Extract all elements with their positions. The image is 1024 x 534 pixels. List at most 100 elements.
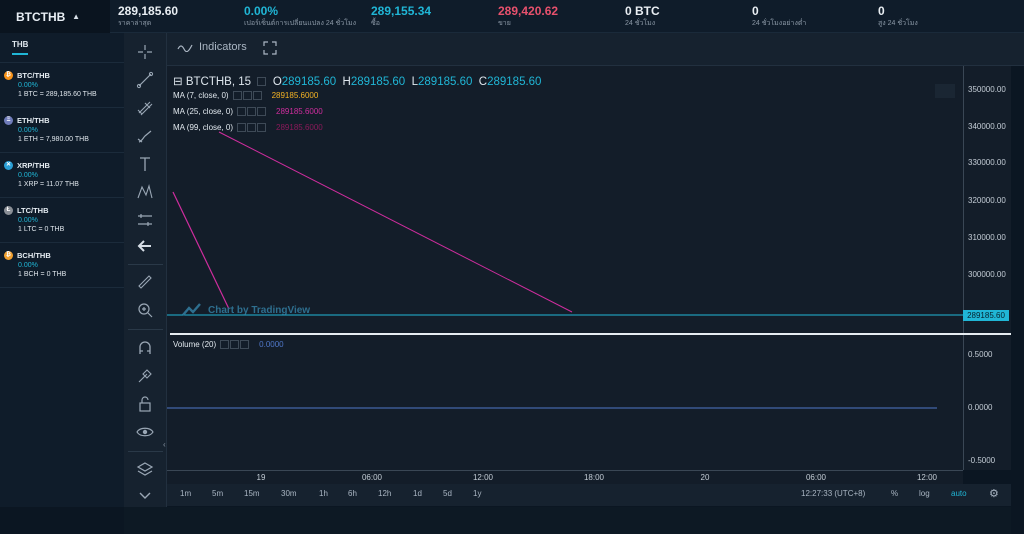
timeframe-1h[interactable]: 1h <box>319 489 328 498</box>
timeframe-15m[interactable]: 15m <box>244 489 260 498</box>
ma-value: 289185.6000 <box>271 91 319 100</box>
unlock-icon[interactable] <box>134 393 156 415</box>
toolbar-divider <box>128 451 163 452</box>
ma-controls[interactable] <box>237 123 267 132</box>
pair-selector-label: BTCTHB <box>16 9 66 24</box>
footer-area <box>0 507 1024 534</box>
eye-icon[interactable] <box>134 421 156 443</box>
prediction-icon[interactable] <box>134 209 156 231</box>
market-item-name: XRP/THB <box>17 161 50 170</box>
ma-value: 289185.6000 <box>276 107 323 116</box>
stat-label: สูง 24 ชั่วโมง <box>878 20 918 27</box>
settings-gear-icon[interactable]: ⚙ <box>989 487 999 500</box>
tradingview-logo-icon <box>182 303 201 316</box>
layers-icon[interactable] <box>134 458 156 480</box>
price-axis-tick: 320000.00 <box>968 196 1006 205</box>
market-item-ltc[interactable]: Ł LTC/THB 0.00% 1 LTC = 0 THB <box>0 198 124 243</box>
brush-icon[interactable] <box>134 125 156 147</box>
market-item-btc[interactable]: ₿ BTC/THB 0.00% 1 BTC = 289,185.60 THB <box>0 63 124 108</box>
ma-7-legend[interactable]: MA (7, close, 0) 289185.6000 <box>173 91 318 100</box>
ma-controls[interactable] <box>232 91 262 100</box>
pair-selector[interactable]: BTCTHB ▲ <box>0 0 110 33</box>
indicators-button[interactable]: Indicators <box>177 41 247 53</box>
volume-axis-tick: -0.5000 <box>968 456 996 465</box>
timeframe-5d[interactable]: 5d <box>443 489 452 498</box>
tradingview-watermark[interactable]: Chart by TradingView <box>181 302 310 318</box>
ma-label: MA (99, close, 0) <box>173 123 234 132</box>
market-item-bch[interactable]: ₿ BCH/THB 0.00% 1 BCH = 0 THB <box>0 243 124 288</box>
timeframe-5m[interactable]: 5m <box>212 489 223 498</box>
market-tabs: THB <box>0 33 124 63</box>
timeframe-1y[interactable]: 1y <box>473 489 481 498</box>
stat-last-price: 289,185.60 ราคาล่าสุด <box>118 5 178 27</box>
timeframe-6h[interactable]: 6h <box>348 489 357 498</box>
stat-low: 0 24 ชั่วโมงอย่างต่ำ <box>752 5 806 27</box>
volume-axis-tick: 0.5000 <box>968 350 993 359</box>
log-scale-toggle[interactable]: log <box>919 489 930 498</box>
stat-value: 0 <box>752 4 759 18</box>
current-price-tag: 289185.60 <box>963 310 1009 321</box>
stat-high: 0 สูง 24 ชั่วโมง <box>878 5 918 27</box>
timeframe-30m[interactable]: 30m <box>281 489 297 498</box>
ma-99-legend[interactable]: MA (99, close, 0) 289185.6000 <box>173 123 323 132</box>
watermark-text: Chart by TradingView <box>208 304 311 316</box>
market-item-change: 0.00% <box>18 217 38 224</box>
high-value: 289185.60 <box>350 76 406 88</box>
market-item-xrp[interactable]: ✕ XRP/THB 0.00% 1 XRP = 11.07 THB <box>0 153 124 198</box>
price-axis-tick: 330000.00 <box>968 158 1006 167</box>
price-axis-tick: 300000.00 <box>968 270 1006 279</box>
fullscreen-icon[interactable] <box>263 41 277 55</box>
tab-thb[interactable]: THB <box>12 40 29 55</box>
stat-label: ราคาล่าสุด <box>118 20 152 27</box>
stat-bid: 289,155.34 ซื้อ <box>371 5 431 27</box>
crosshair-icon[interactable] <box>134 41 156 63</box>
chart-header: Indicators <box>167 33 1024 66</box>
chart-clock: 12:27:33 (UTC+8) <box>801 489 866 498</box>
market-item-name: BCH/THB <box>17 251 51 260</box>
arrow-left-icon[interactable] <box>134 235 156 257</box>
lock-drawing-icon[interactable] <box>134 365 156 387</box>
ma-25-line <box>218 131 573 313</box>
toolbar-divider <box>128 329 163 330</box>
ma-25-legend[interactable]: MA (25, close, 0) 289185.6000 <box>173 107 323 116</box>
text-tool-icon[interactable] <box>134 153 156 175</box>
time-axis[interactable]: 19 06:00 12:00 18:00 20 06:00 12:00 <box>167 470 963 484</box>
ruler-icon[interactable] <box>134 271 156 293</box>
magnet-icon[interactable] <box>134 337 156 359</box>
trading-app: BTCTHB ▲ 289,185.60 ราคาล่าสุด 0.00% เปอ… <box>0 0 1024 534</box>
time-axis-tick: 06:00 <box>361 473 383 482</box>
settings-box-icon[interactable] <box>257 77 267 87</box>
time-axis-tick: 06:00 <box>805 473 827 482</box>
market-item-rate: 1 LTC = 0 THB <box>18 226 65 233</box>
volume-legend[interactable]: Volume (20) 0.0000 <box>173 340 284 349</box>
ma-label: MA (25, close, 0) <box>173 107 234 116</box>
auto-scale-toggle[interactable]: auto <box>951 489 967 498</box>
collapse-legend-icon[interactable]: ⊟ <box>173 76 183 88</box>
timeframe-1d[interactable]: 1d <box>413 489 422 498</box>
collapse-toolbar-icon[interactable]: ‹ <box>163 440 166 449</box>
ma-controls[interactable] <box>237 107 267 116</box>
ethereum-icon: Ξ <box>4 116 13 125</box>
chart-gutter <box>1011 66 1024 484</box>
price-axis-tick: 350000.00 <box>968 85 1006 94</box>
trend-line-icon[interactable] <box>134 69 156 91</box>
market-item-eth[interactable]: Ξ ETH/THB 0.00% 1 ETH = 7,980.00 THB <box>0 108 124 153</box>
chevron-down-icon[interactable] <box>134 485 156 507</box>
fib-retracement-icon[interactable] <box>134 97 156 119</box>
litecoin-icon: Ł <box>4 206 13 215</box>
stat-value: 289,420.62 <box>498 4 559 18</box>
ma-label: MA (7, close, 0) <box>173 91 229 100</box>
volume-controls[interactable] <box>220 340 250 349</box>
time-axis-tick: 12:00 <box>916 473 938 482</box>
zoom-in-icon[interactable] <box>134 299 156 321</box>
price-axis[interactable]: 350000.00 340000.00 330000.00 320000.00 … <box>963 66 1011 470</box>
timeframe-1m[interactable]: 1m <box>180 489 191 498</box>
pane-divider[interactable] <box>170 333 1011 335</box>
percent-scale-toggle[interactable]: % <box>891 489 898 498</box>
timeframe-12h[interactable]: 12h <box>378 489 391 498</box>
stat-label: เปอร์เซ็นต์การเปลี่ยนแปลง 24 ชั่วโมง <box>244 20 357 27</box>
close-label: C <box>478 76 488 88</box>
market-item-rate: 1 ETH = 7,980.00 THB <box>18 136 89 143</box>
open-value: 289185.60 <box>281 76 337 88</box>
pattern-icon[interactable] <box>134 181 156 203</box>
